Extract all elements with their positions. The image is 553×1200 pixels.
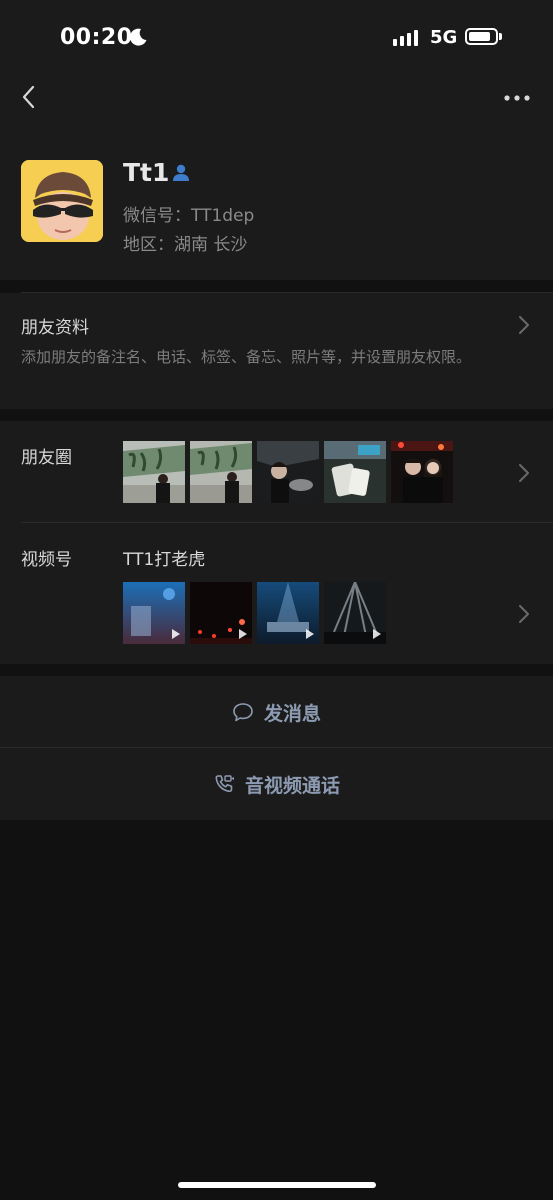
send-message-button[interactable]: 发消息 xyxy=(0,676,553,748)
play-icon xyxy=(172,629,180,639)
moments-row[interactable]: 朋友圈 xyxy=(0,421,553,522)
av-call-label: 音视频通话 xyxy=(244,774,340,797)
moments-photo xyxy=(123,441,185,503)
channels-thumbnails xyxy=(123,582,386,644)
play-icon xyxy=(373,629,381,639)
channel-video xyxy=(257,582,319,644)
friend-info-description: 添加朋友的备注名、电话、标签、备忘、照片等，并设置朋友权限。 xyxy=(21,348,472,366)
chevron-right-icon xyxy=(519,605,529,623)
moments-label: 朋友圈 xyxy=(21,448,72,468)
play-icon xyxy=(239,629,247,639)
friend-info-row[interactable]: 朋友资料 添加朋友的备注名、电话、标签、备忘、照片等，并设置朋友权限。 xyxy=(0,293,553,409)
av-call-button[interactable]: 音视频通话 xyxy=(0,748,553,820)
avatar[interactable] xyxy=(21,160,103,242)
signal-icon xyxy=(393,29,418,46)
battery-tip xyxy=(499,33,502,40)
channel-video xyxy=(190,582,252,644)
play-icon xyxy=(306,629,314,639)
more-icon[interactable] xyxy=(500,88,534,108)
channel-video xyxy=(123,582,185,644)
profile-name: Tt1 xyxy=(123,158,170,187)
channel-name: TT1打老虎 xyxy=(123,550,206,570)
send-message-label: 发消息 xyxy=(263,702,321,725)
moments-thumbnails xyxy=(123,441,453,503)
chevron-right-icon xyxy=(519,316,529,334)
contact-icon xyxy=(173,164,189,181)
media-section: 朋友圈 视频号 TT1打老虎 xyxy=(0,421,553,664)
phone-video-icon xyxy=(215,775,234,793)
network-label: 5G xyxy=(430,27,458,48)
moments-photo xyxy=(257,441,319,503)
back-icon[interactable] xyxy=(15,82,45,112)
channels-label: 视频号 xyxy=(21,550,72,570)
chevron-right-icon xyxy=(519,464,529,482)
moments-photo xyxy=(324,441,386,503)
region: 地区：湖南 长沙 xyxy=(123,235,248,255)
wechat-id: 微信号：TT1dep xyxy=(123,206,255,226)
channels-row[interactable]: 视频号 TT1打老虎 xyxy=(0,523,553,664)
home-indicator xyxy=(178,1182,376,1188)
moments-photo xyxy=(190,441,252,503)
friend-info-title: 朋友资料 xyxy=(21,318,89,338)
battery-icon xyxy=(465,28,498,45)
status-time: 00:20 xyxy=(60,25,133,50)
channel-video xyxy=(324,582,386,644)
moon-icon xyxy=(130,28,147,46)
moments-photo xyxy=(391,441,453,503)
chat-bubble-icon xyxy=(233,703,253,722)
